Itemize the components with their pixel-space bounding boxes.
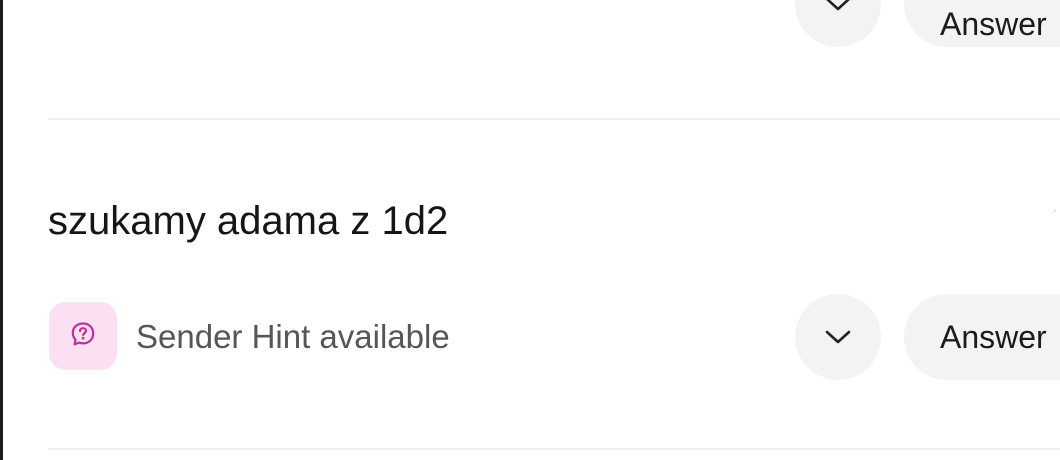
answer-button-label: Answer [940,5,1047,42]
more-indicator: · [1052,202,1058,219]
question-bubble-icon [69,320,97,353]
sender-hint-label: Sender Hint available [136,318,450,355]
divider [48,118,1060,120]
answer-button-label: Answer [940,318,1047,355]
chevron-down-icon [824,329,852,345]
window-border [0,0,3,460]
expand-button[interactable] [795,294,881,380]
message-text: szukamy adama z 1d2 [48,199,449,243]
expand-button-previous[interactable] [795,0,881,47]
sender-hint-icon[interactable] [49,302,117,370]
chevron-down-icon [824,0,852,12]
answer-button[interactable]: Answer [904,294,1060,380]
divider [48,448,1060,450]
answer-button-previous[interactable]: Answer [904,0,1060,47]
message-list: Answer szukamy adama z 1d2 · Sender Hint… [0,0,1060,460]
